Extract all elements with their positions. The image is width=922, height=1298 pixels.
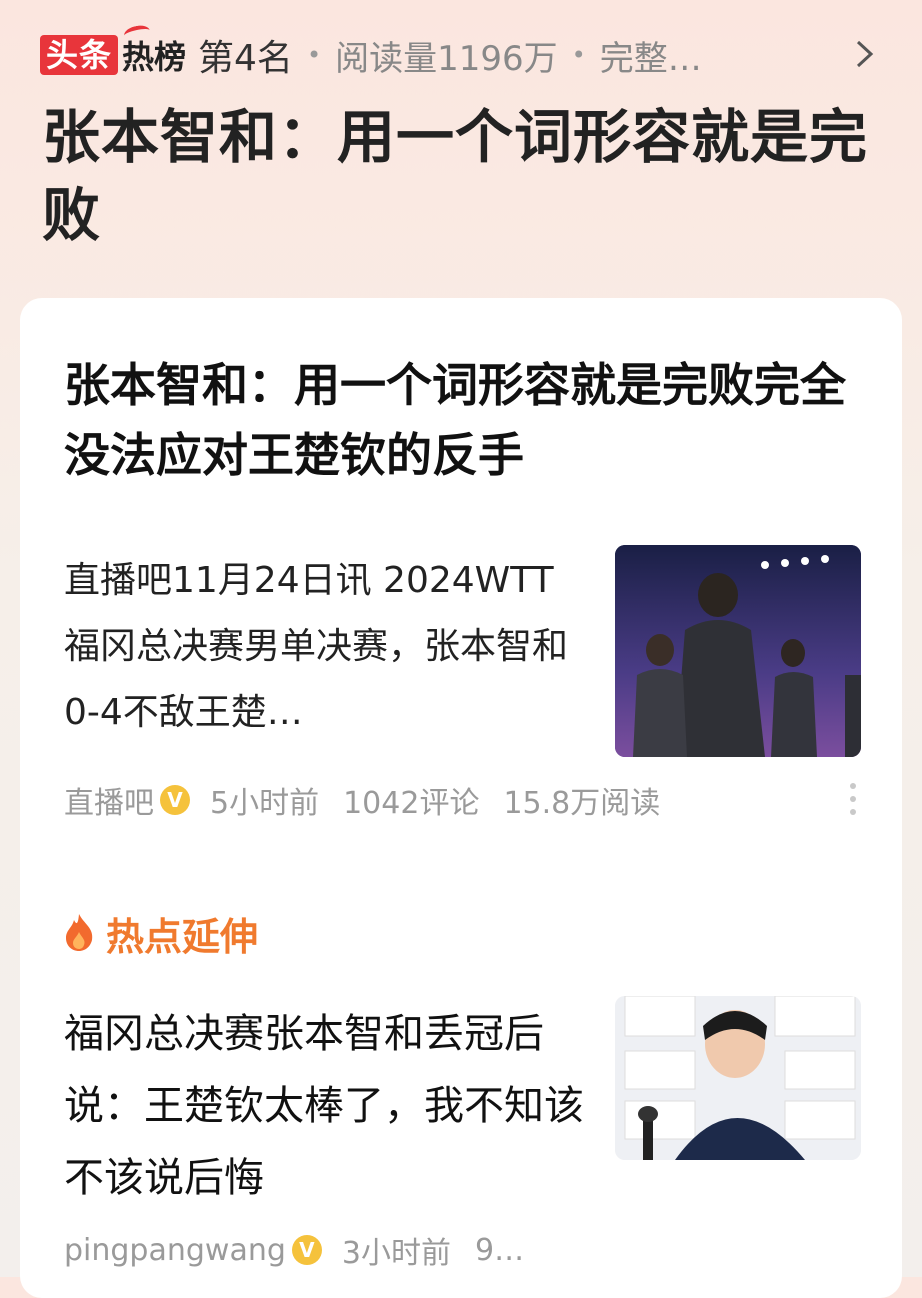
hot-extension-label: 热点延伸 — [106, 915, 259, 959]
toutiao-logo: 头条 — [40, 35, 119, 75]
flame-icon — [62, 912, 96, 956]
article-time: 5小时前 — [210, 786, 320, 821]
read-count: 阅读量1196万 — [335, 38, 558, 79]
rank-label: 第4名 — [198, 38, 293, 79]
article-comments[interactable]: 1042评论 — [343, 778, 479, 822]
more-vertical-icon[interactable] — [848, 783, 858, 823]
rebang-text: 热榜 — [122, 38, 187, 76]
related-time: 3小时前 — [341, 1236, 451, 1271]
verified-icon: V — [291, 1235, 322, 1265]
news-card: 张本智和：用一个词形容就是完败完全没法应对王楚钦的反手 直播吧11月24日讯 2… — [20, 298, 902, 1298]
related-article-title[interactable]: 福冈总决赛张本智和丢冠后说：王楚钦太棒了，我不知该不该说后悔 — [64, 998, 584, 1214]
article-reads: 15.8万阅读 — [503, 786, 661, 821]
hot-list-header[interactable]: 头条 热榜 第4名 • 阅读量1196万 • 完整… — [40, 23, 882, 83]
full-list-link[interactable]: 完整… — [600, 31, 702, 80]
related-article-meta: pingpangwang V 3小时前 9… — [64, 1228, 664, 1272]
chevron-right-icon[interactable] — [854, 34, 876, 83]
page-title: 张本智和：用一个词形容就是完败 — [42, 103, 869, 249]
article-title[interactable]: 张本智和：用一个词形容就是完败完全没法应对王楚钦的反手 — [64, 350, 864, 490]
article-meta: 直播吧 V 5小时前 1042评论 15.8万阅读 — [64, 778, 854, 822]
separator-dot: • — [571, 41, 586, 69]
article-thumbnail[interactable] — [615, 545, 861, 757]
separator-dot: • — [306, 41, 322, 69]
related-article-thumbnail[interactable] — [615, 996, 861, 1160]
verified-icon: V — [160, 785, 190, 815]
article-source[interactable]: 直播吧 — [64, 778, 154, 822]
article-summary[interactable]: 直播吧11月24日讯 2024WTT福冈总决赛男单决赛，张本智和0-4不敌王楚… — [64, 548, 584, 746]
related-source[interactable]: pingpangwang — [64, 1233, 286, 1268]
hot-extension-header: 热点延伸 — [62, 906, 258, 961]
rebang-logo: 热榜 — [122, 23, 187, 78]
related-extra: 9… — [475, 1232, 525, 1268]
